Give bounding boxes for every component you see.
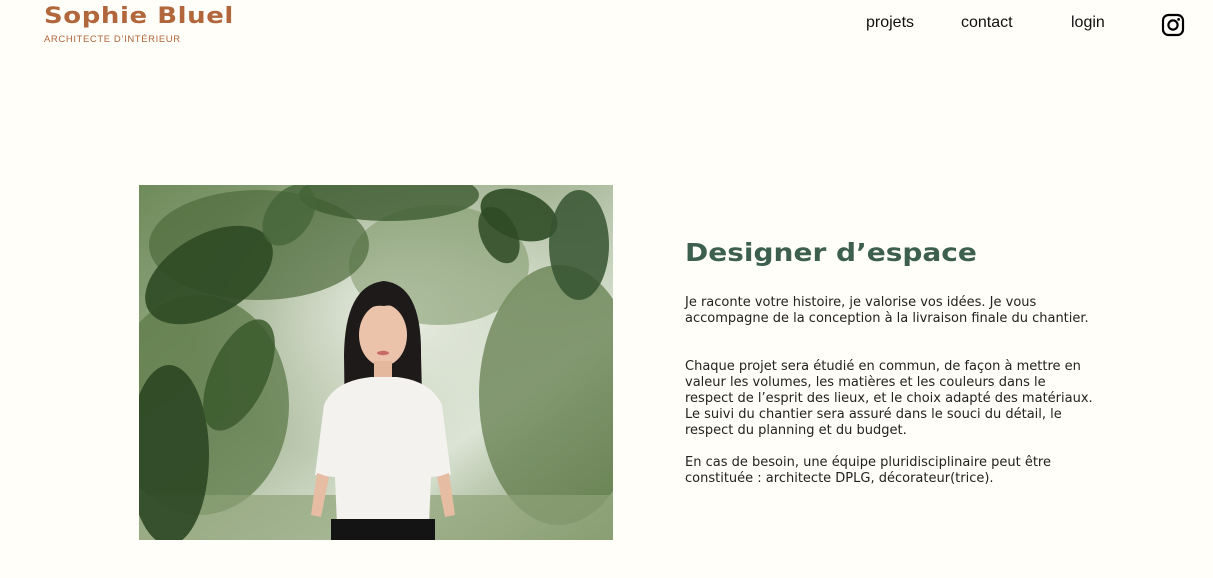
nav-login-link[interactable]: login bbox=[1071, 14, 1105, 32]
nav-projets-link[interactable]: projets bbox=[866, 14, 914, 32]
nav-contact-link[interactable]: contact bbox=[961, 14, 1013, 32]
logo[interactable]: Sophie Bluel ARCHITECTE D’INTÉRIEUR bbox=[44, 4, 233, 45]
logo-title: Sophie Bluel bbox=[44, 4, 234, 29]
instagram-icon[interactable] bbox=[1161, 13, 1185, 37]
intro-paragraph-2: Chaque projet sera étudié en commun, de … bbox=[685, 359, 1093, 438]
logo-subtitle: ARCHITECTE D’INTÉRIEUR bbox=[44, 34, 181, 45]
intro-paragraph-3: En cas de besoin, une équipe pluridiscip… bbox=[685, 455, 1051, 486]
intro-paragraph-1: Je raconte votre histoire, je valorise v… bbox=[685, 295, 1089, 326]
portrait-photo bbox=[139, 185, 613, 540]
section-title: Designer d’espace bbox=[685, 238, 977, 267]
site-header: Sophie Bluel ARCHITECTE D’INTÉRIEUR proj… bbox=[0, 0, 1213, 60]
